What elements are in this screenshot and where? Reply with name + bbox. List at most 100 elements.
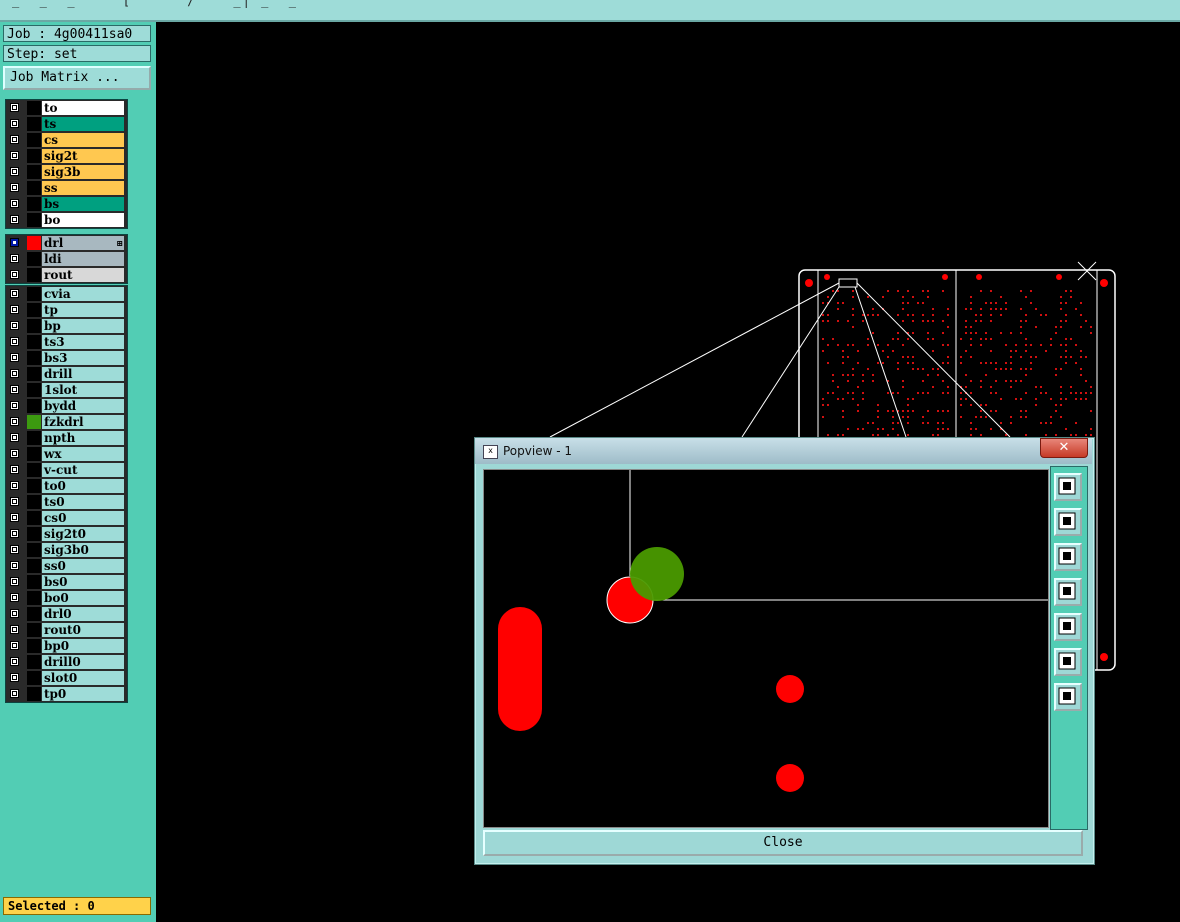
layer-checkbox[interactable] xyxy=(10,305,19,314)
zoom-fit-button[interactable] xyxy=(1054,473,1082,501)
layer-color-swatch[interactable] xyxy=(27,543,41,557)
layer-name[interactable]: bp0 xyxy=(42,639,124,653)
layer-name[interactable]: slot0 xyxy=(42,671,124,685)
layer-name[interactable]: tp xyxy=(42,303,124,317)
layer-name[interactable]: to0 xyxy=(42,479,124,493)
layer-row-1slot[interactable]: 1slot xyxy=(6,382,127,398)
layer-name[interactable]: bydd xyxy=(42,399,124,413)
layer-checkbox[interactable] xyxy=(10,183,19,192)
layer-color-swatch[interactable] xyxy=(27,463,41,477)
layer-name[interactable]: sig3b0 xyxy=(42,543,124,557)
layer-checkbox[interactable] xyxy=(10,417,19,426)
layer-name[interactable]: ts xyxy=(42,117,124,131)
layer-row-ts3[interactable]: ts3 xyxy=(6,334,127,350)
layer-color-swatch[interactable] xyxy=(27,197,41,211)
pan-left-button[interactable] xyxy=(1054,578,1082,606)
layer-checkbox[interactable] xyxy=(10,289,19,298)
layer-color-swatch[interactable] xyxy=(27,591,41,605)
layer-color-swatch[interactable] xyxy=(27,399,41,413)
layer-checkbox[interactable] xyxy=(10,270,19,279)
layer-name[interactable]: bp xyxy=(42,319,124,333)
layer-color-swatch[interactable] xyxy=(27,623,41,637)
layer-checkbox[interactable] xyxy=(10,577,19,586)
layer-color-swatch[interactable] xyxy=(27,367,41,381)
layer-row-bs[interactable]: bs xyxy=(6,196,127,212)
layer-row-drl[interactable]: drl ⊞ xyxy=(6,235,127,251)
layer-name[interactable]: cs0 xyxy=(42,511,124,525)
layer-row-to0[interactable]: to0 xyxy=(6,478,127,494)
layer-color-swatch[interactable] xyxy=(27,133,41,147)
layer-color-swatch[interactable] xyxy=(27,165,41,179)
layer-row-sig2t0[interactable]: sig2t0 xyxy=(6,526,127,542)
layer-checkbox[interactable] xyxy=(10,167,19,176)
pan-right-button[interactable] xyxy=(1054,613,1082,641)
layer-checkbox[interactable] xyxy=(10,337,19,346)
layer-checkbox[interactable] xyxy=(10,353,19,362)
layer-color-swatch[interactable] xyxy=(27,181,41,195)
layer-row-bo0[interactable]: bo0 xyxy=(6,590,127,606)
layer-row-ts[interactable]: ts xyxy=(6,116,127,132)
layer-color-swatch[interactable] xyxy=(27,447,41,461)
layer-row-cvia[interactable]: cvia xyxy=(6,286,127,302)
layer-row-v-cut[interactable]: v-cut xyxy=(6,462,127,478)
layer-checkbox[interactable] xyxy=(10,151,19,160)
layer-color-swatch[interactable] xyxy=(27,575,41,589)
layer-checkbox[interactable] xyxy=(10,497,19,506)
layer-row-bp0[interactable]: bp0 xyxy=(6,638,127,654)
layer-color-swatch[interactable] xyxy=(27,527,41,541)
layer-checkbox[interactable] xyxy=(10,321,19,330)
layer-name[interactable]: fzkdrl xyxy=(42,415,124,429)
layer-color-swatch[interactable] xyxy=(27,479,41,493)
layer-checkbox[interactable] xyxy=(10,465,19,474)
layer-name[interactable]: bs3 xyxy=(42,351,124,365)
layer-name[interactable]: drill0 xyxy=(42,655,124,669)
layer-name[interactable]: bs0 xyxy=(42,575,124,589)
layer-name[interactable]: sig2t xyxy=(42,149,124,163)
layer-color-swatch[interactable] xyxy=(27,303,41,317)
layer-color-swatch[interactable] xyxy=(27,117,41,131)
layer-row-drill0[interactable]: drill0 xyxy=(6,654,127,670)
layer-checkbox[interactable] xyxy=(10,513,19,522)
layer-checkbox[interactable] xyxy=(10,625,19,634)
layer-checkbox[interactable] xyxy=(10,385,19,394)
layer-row-slot0[interactable]: slot0 xyxy=(6,670,127,686)
job-matrix-button[interactable]: Job Matrix ... xyxy=(3,66,151,90)
layer-color-swatch[interactable] xyxy=(27,351,41,365)
layer-checkbox[interactable] xyxy=(10,657,19,666)
layer-name[interactable]: drl0 xyxy=(42,607,124,621)
layer-checkbox[interactable] xyxy=(10,609,19,618)
layer-color-swatch[interactable] xyxy=(27,335,41,349)
layer-row-bs3[interactable]: bs3 xyxy=(6,350,127,366)
layer-checkbox[interactable] xyxy=(10,641,19,650)
layer-row-drill[interactable]: drill xyxy=(6,366,127,382)
layer-color-swatch[interactable] xyxy=(27,213,41,227)
popview-canvas[interactable] xyxy=(483,469,1049,828)
layer-checkbox[interactable] xyxy=(10,561,19,570)
layer-checkbox[interactable] xyxy=(10,135,19,144)
pan-down-button[interactable] xyxy=(1054,543,1082,571)
layer-checkbox[interactable] xyxy=(10,529,19,538)
layer-name[interactable]: cvia xyxy=(42,287,124,301)
layer-name[interactable]: rout0 xyxy=(42,623,124,637)
layer-checkbox[interactable] xyxy=(10,119,19,128)
layer-name[interactable]: sig3b xyxy=(42,165,124,179)
layer-checkbox[interactable] xyxy=(10,689,19,698)
layer-color-swatch[interactable] xyxy=(27,511,41,525)
layer-checkbox[interactable] xyxy=(10,593,19,602)
layer-checkbox[interactable] xyxy=(10,103,19,112)
zoom-out-button[interactable] xyxy=(1054,648,1082,676)
layer-checkbox[interactable] xyxy=(10,433,19,442)
layer-row-rout[interactable]: rout xyxy=(6,267,127,283)
layer-name[interactable]: bo0 xyxy=(42,591,124,605)
layer-checkbox[interactable] xyxy=(10,199,19,208)
close-icon[interactable]: ✕ xyxy=(1040,438,1088,458)
layer-row-bs0[interactable]: bs0 xyxy=(6,574,127,590)
layer-row-ldi[interactable]: ldi xyxy=(6,251,127,267)
layer-row-bp[interactable]: bp xyxy=(6,318,127,334)
layer-name[interactable]: to xyxy=(42,101,124,115)
layer-color-swatch[interactable] xyxy=(27,639,41,653)
layer-name[interactable]: tp0 xyxy=(42,687,124,701)
layer-color-swatch[interactable] xyxy=(27,268,41,282)
layer-row-sig2t[interactable]: sig2t xyxy=(6,148,127,164)
layer-row-sig3b0[interactable]: sig3b0 xyxy=(6,542,127,558)
